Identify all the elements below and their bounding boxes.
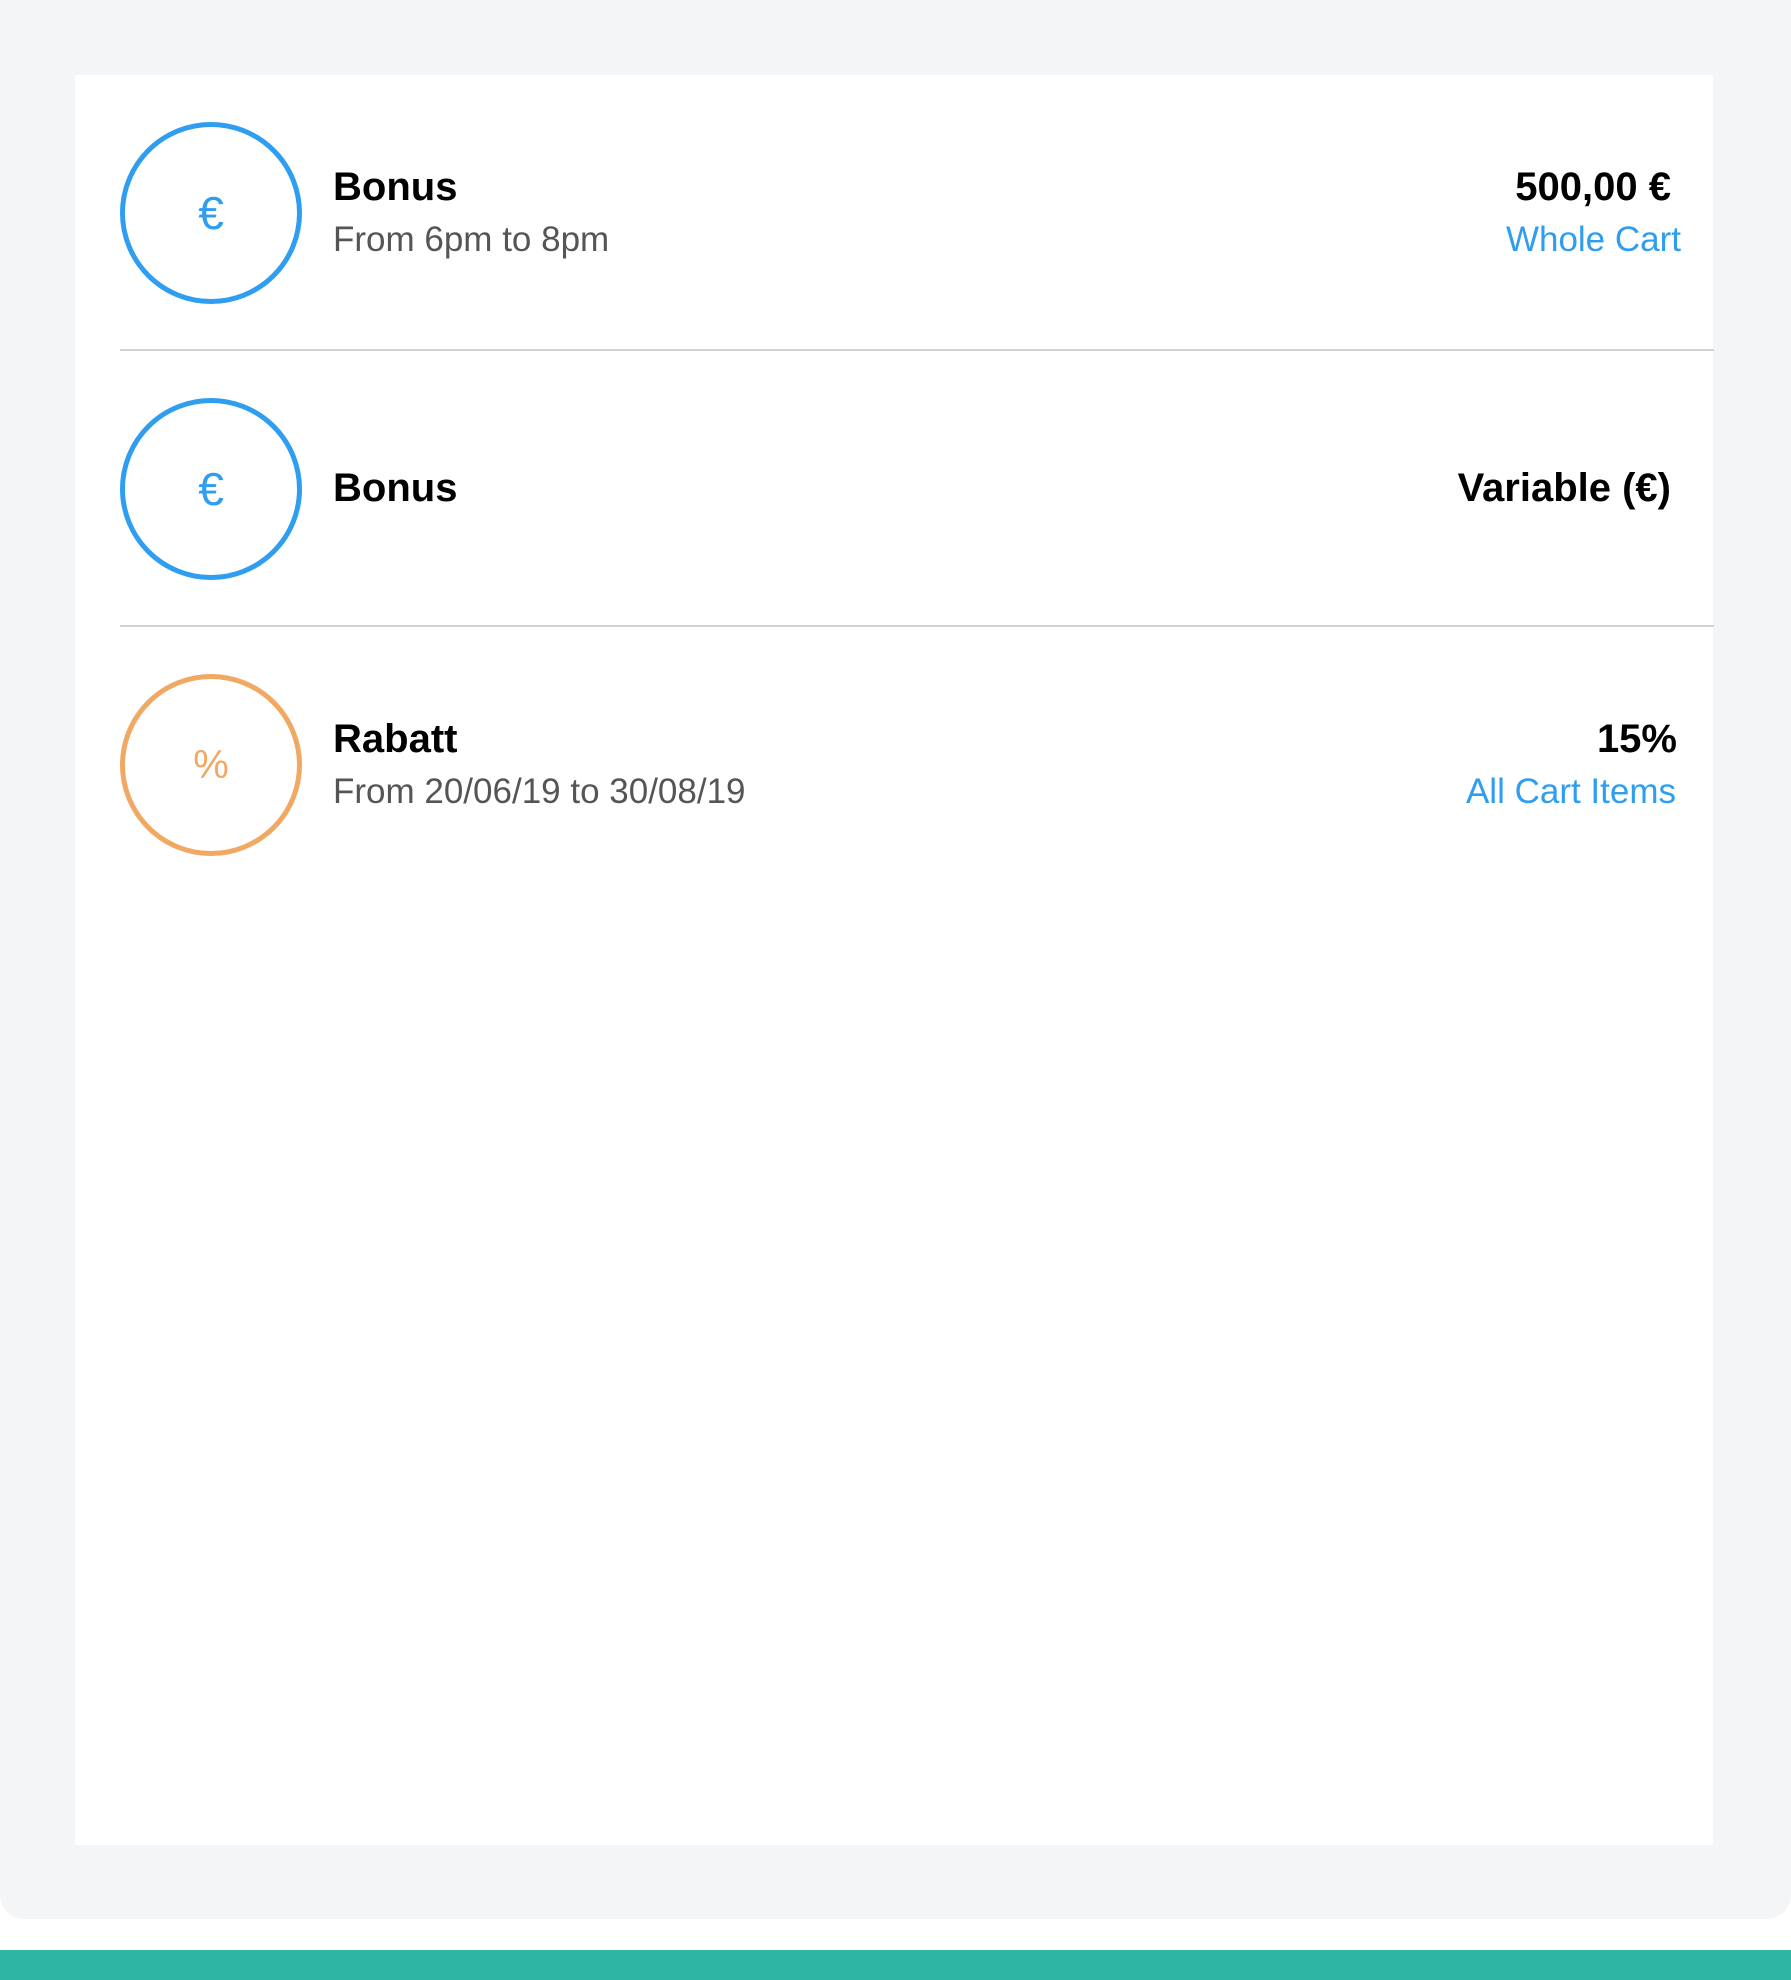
bottom-accent-bar	[0, 1950, 1791, 1980]
offer-subtitle: From 20/06/19 to 30/08/19	[333, 772, 746, 811]
offer-row-bonus-timed[interactable]: € Bonus From 6pm to 8pm 500,00 € Whole C…	[120, 75, 1714, 351]
offer-scope-link[interactable]: Whole Cart	[1506, 222, 1681, 257]
app-background: € Bonus From 6pm to 8pm 500,00 € Whole C…	[0, 0, 1791, 1919]
offer-subtitle: From 6pm to 8pm	[333, 220, 610, 259]
offer-title: Bonus	[333, 165, 458, 209]
offer-scope-link[interactable]: All Cart Items	[1466, 774, 1676, 809]
euro-icon: €	[120, 122, 302, 304]
offer-value: 500,00 €	[1515, 165, 1671, 209]
offer-row-bonus-variable[interactable]: € Bonus Variable (€)	[120, 351, 1714, 627]
offer-value: Variable (€)	[1457, 466, 1671, 510]
offer-row-rabatt[interactable]: % Rabatt From 20/06/19 to 30/08/19 15% A…	[120, 627, 1714, 903]
percent-icon: %	[120, 674, 302, 856]
offer-title: Rabatt	[333, 717, 458, 761]
offer-title: Bonus	[333, 466, 458, 510]
euro-icon: €	[120, 398, 302, 580]
offers-list: € Bonus From 6pm to 8pm 500,00 € Whole C…	[75, 75, 1714, 1845]
offer-value: 15%	[1596, 717, 1677, 761]
